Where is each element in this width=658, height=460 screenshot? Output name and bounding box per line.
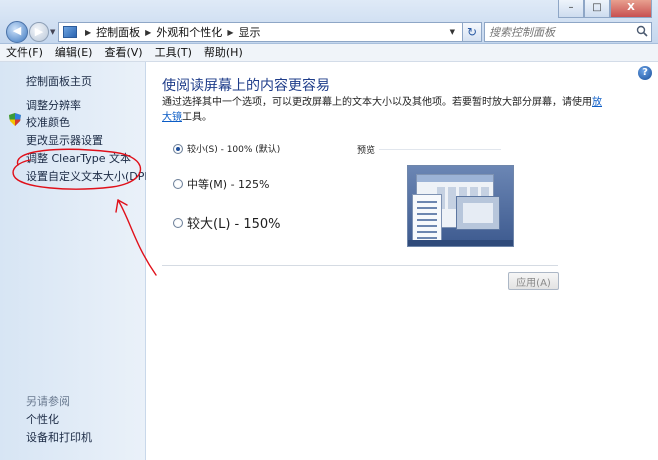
search-icon[interactable] <box>636 25 648 37</box>
chevron-right-icon[interactable]: ▶ <box>145 28 151 37</box>
option-larger[interactable]: 较大(L) - 150% <box>173 213 281 232</box>
option-larger-label: 较大(L) - 150% <box>187 217 281 232</box>
window-controls: – □ X <box>558 0 652 18</box>
option-smaller[interactable]: 较小(S) - 100% (默认) <box>173 142 280 155</box>
preview-label: 预览 <box>357 146 376 156</box>
sidebar-item-custom-dpi[interactable]: 设置自定义文本大小(DPI) <box>26 168 152 184</box>
radio-smaller[interactable] <box>173 143 183 154</box>
sidebar-item-calibrate-color[interactable]: 校准颜色 <box>26 114 70 130</box>
history-dropdown-icon[interactable]: ▼ <box>50 28 55 36</box>
sidebar-item-resolution[interactable]: 调整分辨率 <box>26 97 81 113</box>
radio-medium[interactable] <box>173 179 183 189</box>
sidebar: 控制面板主页 调整分辨率 校准颜色 更改显示器设置 调整 ClearType 文… <box>0 62 152 460</box>
breadcrumb-appearance[interactable]: 外观和个性化 <box>156 24 222 40</box>
chevron-right-icon[interactable]: ▶ <box>85 28 91 37</box>
menu-edit[interactable]: 编辑(E) <box>55 44 93 61</box>
chevron-down-icon[interactable]: ▼ <box>450 28 455 36</box>
description-before: 通过选择其中一个选项，可以更改屏幕上的文本大小以及其他项。若要暂时放大部分屏幕，… <box>162 97 592 108</box>
sidebar-item-cleartype[interactable]: 调整 ClearType 文本 <box>26 150 131 166</box>
sidebar-item-personalization[interactable]: 个性化 <box>26 411 59 427</box>
sidebar-item-display-settings[interactable]: 更改显示器设置 <box>26 132 103 148</box>
minimize-button[interactable]: – <box>558 0 584 18</box>
option-medium-label: 中等(M) - 125% <box>187 178 270 191</box>
sidebar-item-devices-printers[interactable]: 设备和打印机 <box>26 429 92 445</box>
page-title: 使阅读屏幕上的内容更容易 <box>162 78 330 94</box>
radio-larger[interactable] <box>173 217 183 228</box>
apply-button[interactable]: 应用(A) <box>508 272 559 290</box>
preview-window-side <box>412 194 442 242</box>
chevron-right-icon[interactable]: ▶ <box>227 28 233 37</box>
description-text: 通过选择其中一个选项，可以更改屏幕上的文本大小以及其他项。若要暂时放大部分屏幕，… <box>162 95 602 125</box>
menu-file[interactable]: 文件(F) <box>6 44 43 61</box>
description-after: 工具。 <box>182 112 212 123</box>
refresh-button[interactable]: ↻ <box>462 22 482 42</box>
menu-view[interactable]: 查看(V) <box>104 44 142 61</box>
back-button[interactable]: ◀ <box>6 21 28 43</box>
main-content: ? 使阅读屏幕上的内容更容易 通过选择其中一个选项，可以更改屏幕上的文本大小以及… <box>146 62 658 460</box>
option-smaller-label: 较小(S) - 100% (默认) <box>187 145 281 155</box>
option-medium[interactable]: 中等(M) - 125% <box>173 176 269 192</box>
content-divider <box>162 265 558 266</box>
help-icon[interactable]: ? <box>638 66 652 80</box>
control-panel-icon <box>63 26 77 38</box>
search-input[interactable] <box>484 22 652 42</box>
sidebar-item-home[interactable]: 控制面板主页 <box>26 73 92 89</box>
address-bar[interactable]: ▶ 控制面板 ▶ 外观和个性化 ▶ 显示 ▼ <box>58 22 478 42</box>
preview-window-small <box>456 196 500 230</box>
menu-tools[interactable]: 工具(T) <box>155 44 192 61</box>
preview-image <box>407 165 514 247</box>
close-button[interactable]: X <box>610 0 652 18</box>
breadcrumb-display[interactable]: 显示 <box>238 24 260 40</box>
shield-icon <box>9 113 21 126</box>
preview-taskbar <box>408 240 513 246</box>
breadcrumb-control-panel[interactable]: 控制面板 <box>96 24 140 40</box>
menu-help[interactable]: 帮助(H) <box>204 44 243 61</box>
forward-button[interactable]: ▶ <box>29 22 49 42</box>
see-also-heading: 另请参阅 <box>26 395 70 408</box>
preview-divider <box>379 149 501 150</box>
menu-bar: 文件(F) 编辑(E) 查看(V) 工具(T) 帮助(H) <box>0 44 658 62</box>
maximize-button[interactable]: □ <box>584 0 610 18</box>
